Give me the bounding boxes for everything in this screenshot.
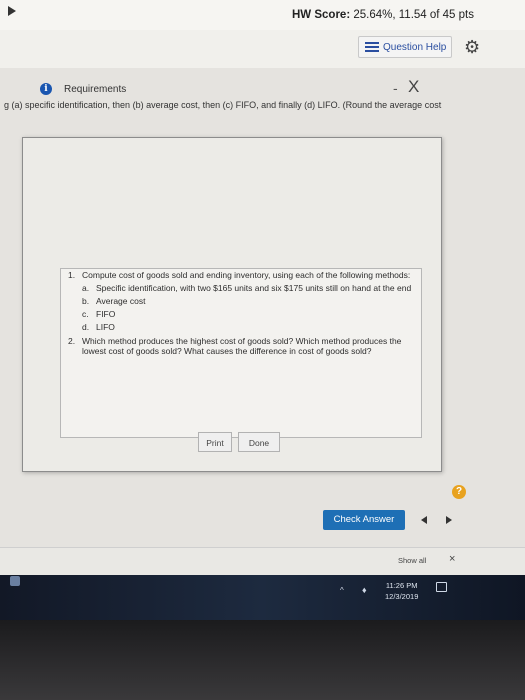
info-icon: i <box>40 83 52 95</box>
question-instructions: g (a) specific identification, then (b) … <box>4 100 442 110</box>
sub-item-d: d. LIFO <box>82 322 418 332</box>
top-bar: HW Score: 25.64%, 11.54 of 45 pts <box>0 0 525 30</box>
requirement-number: 1. <box>68 270 76 280</box>
show-all-button[interactable]: Show all <box>398 556 426 565</box>
requirement-number: 2. <box>68 336 76 346</box>
question-help-label: Question Help <box>383 41 447 53</box>
notification-icon[interactable] <box>436 582 447 592</box>
sub-item-c: c. FIFO <box>82 309 418 319</box>
play-arrow-icon[interactable] <box>8 6 16 16</box>
sub-item-text: Specific identification, with two $165 u… <box>96 283 412 293</box>
list-icon <box>365 41 379 53</box>
speaker-icon[interactable]: ♦ <box>362 585 367 595</box>
requirement-text: Which method produces the highest cost o… <box>82 336 402 356</box>
done-button[interactable]: Done <box>238 432 280 452</box>
clock-date: 12/3/2019 <box>385 592 419 601</box>
requirement-2: 2. Which method produces the highest cos… <box>68 336 418 356</box>
clock-time: 11:26 PM <box>385 581 418 590</box>
sub-item-a: a. Specific identification, with two $16… <box>82 283 418 293</box>
print-button[interactable]: Print <box>198 432 232 452</box>
toolbar: Question Help ⚙ <box>0 30 525 68</box>
sub-item-text: Average cost <box>96 296 146 306</box>
help-question-icon[interactable]: ? <box>452 485 466 499</box>
requirement-1: 1. Compute cost of goods sold and ending… <box>68 270 418 332</box>
check-answer-button[interactable]: Check Answer <box>323 510 405 530</box>
hw-score-value: 25.64%, 11.54 of 45 pts <box>353 9 474 21</box>
chevron-up-icon[interactable]: ^ <box>340 586 344 595</box>
monitor-bezel <box>0 620 525 700</box>
taskbar-clock[interactable]: 11:26 PM 12/3/2019 <box>385 580 418 602</box>
next-arrow-icon[interactable] <box>446 516 452 524</box>
hw-score: HW Score: 25.64%, 11.54 of 45 pts <box>292 9 474 21</box>
sub-item-letter: c. <box>82 309 89 319</box>
close-icon[interactable]: X <box>408 78 419 95</box>
previous-arrow-icon[interactable] <box>421 516 427 524</box>
sub-item-letter: a. <box>82 283 90 293</box>
sub-item-text: LIFO <box>96 322 115 332</box>
sub-item-text: FIFO <box>96 309 116 319</box>
minimize-icon[interactable]: - <box>393 80 398 96</box>
close-icon[interactable]: × <box>449 553 455 565</box>
question-help-button[interactable]: Question Help <box>358 36 452 58</box>
hw-score-label: HW Score: <box>292 9 351 21</box>
sub-item-b: b. Average cost <box>82 296 418 306</box>
gear-icon[interactable]: ⚙ <box>464 37 480 57</box>
requirements-list: 1. Compute cost of goods sold and ending… <box>68 270 418 356</box>
download-bar <box>0 547 525 576</box>
start-icon[interactable] <box>10 576 20 586</box>
dialog-title: Requirements <box>64 84 127 95</box>
sub-item-letter: d. <box>82 322 90 332</box>
requirement-text: Compute cost of goods sold and ending in… <box>82 270 411 280</box>
sub-item-letter: b. <box>82 296 90 306</box>
